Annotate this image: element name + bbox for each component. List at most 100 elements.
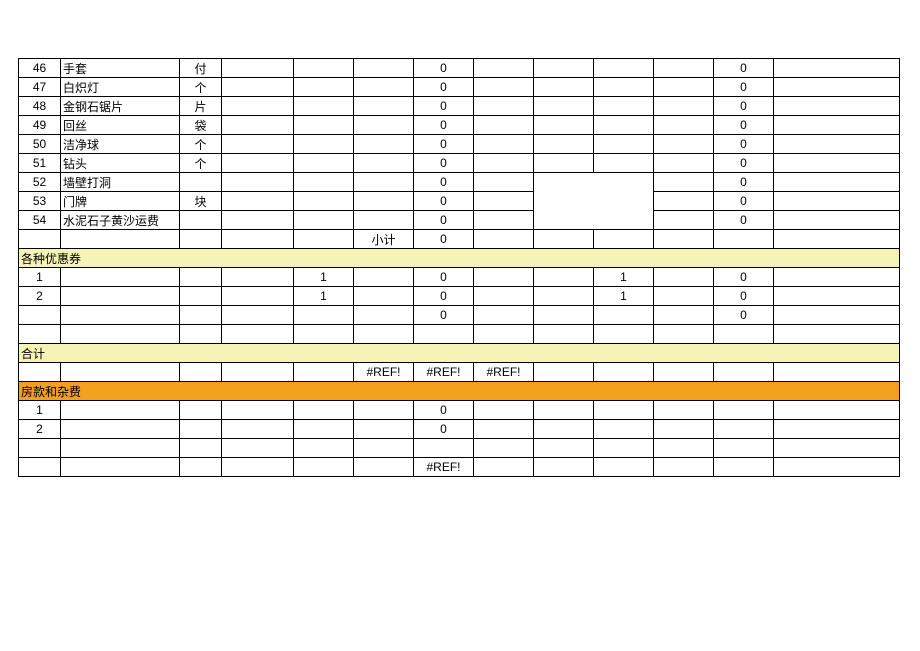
table-row: 53门牌块00 <box>19 192 900 211</box>
cell <box>474 78 534 97</box>
cell <box>534 97 594 116</box>
table-row: 11010 <box>19 268 900 287</box>
cell <box>180 211 222 230</box>
cell <box>654 268 714 287</box>
cell <box>774 458 900 477</box>
cell <box>61 458 180 477</box>
cell: #REF! <box>354 363 414 382</box>
cell <box>294 135 354 154</box>
cell: 0 <box>714 135 774 154</box>
cell <box>714 458 774 477</box>
cell <box>180 420 222 439</box>
table-row: #REF! <box>19 458 900 477</box>
cell <box>594 154 654 173</box>
cell <box>474 325 534 344</box>
section-header-housing: 房款和杂费 <box>19 382 900 401</box>
cell <box>654 97 714 116</box>
cell <box>534 325 594 344</box>
cell: 48 <box>19 97 61 116</box>
cell <box>534 306 594 325</box>
table-row: 51钻头个00 <box>19 154 900 173</box>
cell <box>654 78 714 97</box>
cell <box>354 401 414 420</box>
cell <box>654 401 714 420</box>
cell: 0 <box>414 59 474 78</box>
cell <box>180 325 222 344</box>
cell <box>534 230 594 249</box>
cell: 0 <box>714 78 774 97</box>
cell <box>474 230 534 249</box>
cell <box>774 211 900 230</box>
cell <box>61 439 180 458</box>
cell <box>654 325 714 344</box>
cell <box>654 192 714 211</box>
cell <box>294 420 354 439</box>
cell <box>474 268 534 287</box>
cell <box>294 192 354 211</box>
cell <box>714 230 774 249</box>
cell: 洁净球 <box>61 135 180 154</box>
cell <box>594 78 654 97</box>
table-row <box>19 439 900 458</box>
cell <box>774 116 900 135</box>
cell <box>19 458 61 477</box>
cell <box>294 306 354 325</box>
table-row: 20 <box>19 420 900 439</box>
cell <box>222 268 294 287</box>
cell <box>594 325 654 344</box>
cell <box>61 306 180 325</box>
cell: 1 <box>19 268 61 287</box>
cell <box>774 135 900 154</box>
cell <box>774 192 900 211</box>
table-row: 小计0 <box>19 230 900 249</box>
cell <box>534 458 594 477</box>
cell <box>294 78 354 97</box>
cell <box>222 325 294 344</box>
section-header-coupon: 各种优惠券 <box>19 249 900 268</box>
cell: 1 <box>19 401 61 420</box>
cell <box>354 439 414 458</box>
cell: 个 <box>180 154 222 173</box>
cell <box>414 439 474 458</box>
cell <box>534 135 594 154</box>
cell <box>222 135 294 154</box>
cell: 0 <box>414 230 474 249</box>
cell <box>594 458 654 477</box>
cell: 49 <box>19 116 61 135</box>
table-row: 各种优惠券 <box>19 249 900 268</box>
cell <box>774 173 900 192</box>
cell <box>654 439 714 458</box>
cell: 金钢石锯片 <box>61 97 180 116</box>
cell <box>654 306 714 325</box>
cell: 墙壁打洞 <box>61 173 180 192</box>
cell <box>354 325 414 344</box>
cell <box>654 116 714 135</box>
cell <box>474 192 534 211</box>
table-row: 48金钢石锯片片00 <box>19 97 900 116</box>
cell: 0 <box>414 78 474 97</box>
cell <box>534 363 594 382</box>
cell: 54 <box>19 211 61 230</box>
cell <box>654 154 714 173</box>
cell <box>474 287 534 306</box>
cell <box>654 363 714 382</box>
cell <box>294 116 354 135</box>
cell <box>594 116 654 135</box>
table-row: 合计 <box>19 344 900 363</box>
cell: 白炽灯 <box>61 78 180 97</box>
cell <box>294 211 354 230</box>
table-row: 47白炽灯个00 <box>19 78 900 97</box>
cell <box>354 135 414 154</box>
cell <box>294 458 354 477</box>
cell: 片 <box>180 97 222 116</box>
cell <box>774 78 900 97</box>
cell <box>774 97 900 116</box>
cell: 0 <box>414 173 474 192</box>
cell: 2 <box>19 287 61 306</box>
cell <box>61 420 180 439</box>
cell <box>534 420 594 439</box>
cell: #REF! <box>414 458 474 477</box>
cell: 53 <box>19 192 61 211</box>
cell: 51 <box>19 154 61 173</box>
cell: 0 <box>414 154 474 173</box>
